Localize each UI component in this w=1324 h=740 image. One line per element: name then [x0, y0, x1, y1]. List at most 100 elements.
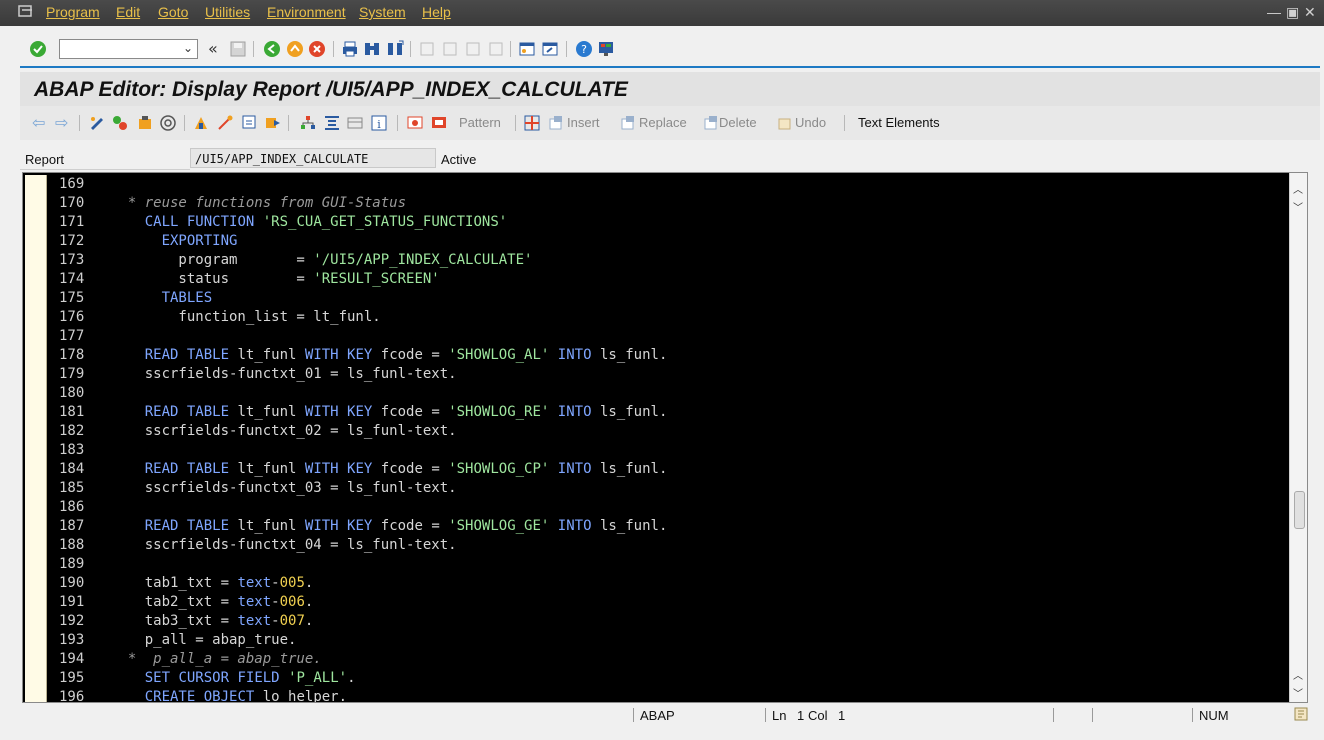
test-icon[interactable] — [216, 114, 234, 132]
other-object-icon[interactable] — [136, 114, 154, 132]
menu-utilities[interactable]: Utilities — [205, 4, 250, 20]
find-icon[interactable] — [363, 40, 381, 58]
code-text[interactable]: tab1_txt = text-005. — [111, 575, 314, 591]
arrow-left-icon[interactable]: ⇦ — [32, 113, 45, 132]
undo-button[interactable]: Undo — [795, 115, 826, 130]
delete-button[interactable]: Delete — [719, 115, 757, 130]
menu-help[interactable]: Help — [422, 4, 451, 20]
shortcut-icon[interactable] — [541, 40, 559, 58]
maximize-icon[interactable]: ▣ — [1286, 4, 1299, 21]
info-icon[interactable]: i — [370, 114, 388, 132]
code-editor[interactable]: 169 170 * reuse functions from GUI-Status… — [22, 172, 1308, 703]
scroll-up-icon[interactable]: ︿ — [1293, 667, 1303, 682]
screen-layout-icon[interactable] — [346, 114, 364, 132]
first-page-icon — [420, 42, 434, 56]
menu-system[interactable]: System — [359, 4, 406, 20]
navigation-window-icon[interactable] — [264, 114, 282, 132]
code-text[interactable]: sscrfields-functxt_02 = ls_funl-text. — [111, 423, 457, 439]
scroll-up-icon[interactable]: ︿ — [1293, 181, 1303, 196]
pattern-button[interactable]: Pattern — [459, 115, 501, 130]
display-change-icon[interactable] — [88, 114, 106, 132]
menu-environment[interactable]: Environment — [267, 4, 346, 20]
line-number: 173 — [59, 252, 85, 268]
enter-check-icon[interactable] — [29, 40, 47, 58]
scroll-down-icon[interactable]: ﹀ — [1293, 199, 1303, 214]
save-icon[interactable] — [229, 40, 247, 58]
title-bar: ABAP Editor: Display Report /UI5/APP_IND… — [20, 72, 1320, 106]
print-icon[interactable] — [341, 40, 359, 58]
menu-program[interactable]: Program — [46, 4, 100, 20]
chevron-down-icon[interactable]: ⌄ — [183, 41, 193, 55]
arrow-right-icon[interactable]: ⇨ — [55, 113, 68, 132]
split-icon[interactable] — [523, 114, 541, 132]
code-text[interactable]: * p_all_a = abap_true. — [111, 651, 322, 667]
code-text[interactable]: CREATE OBJECT lo_helper. — [111, 689, 347, 702]
code-text[interactable]: program = '/UI5/APP_INDEX_CALCULATE' — [111, 252, 532, 268]
code-text[interactable]: function_list = lt_funl. — [111, 309, 380, 325]
code-text[interactable]: sscrfields-functxt_04 = ls_funl-text. — [111, 537, 457, 553]
find-next-icon[interactable] — [386, 40, 404, 58]
status-language: ABAP — [640, 708, 675, 723]
back-icon[interactable] — [263, 40, 281, 58]
command-field[interactable]: ⌄ — [59, 39, 198, 59]
code-text[interactable]: sscrfields-functxt_01 = ls_funl-text. — [111, 366, 457, 382]
last-page-icon — [489, 42, 503, 56]
line-number: 193 — [59, 632, 85, 648]
insert-button[interactable]: Insert — [567, 115, 600, 130]
active-inactive-icon[interactable] — [111, 114, 129, 132]
toolbar-separator — [844, 115, 845, 131]
status-popup-icon[interactable] — [1294, 707, 1308, 721]
toolbar-divider — [20, 66, 1320, 68]
customize-layout-icon[interactable] — [597, 40, 615, 58]
scrollbar-thumb[interactable] — [1294, 491, 1305, 529]
menu-goto[interactable]: Goto — [158, 4, 188, 20]
activate-icon[interactable] — [192, 114, 210, 132]
where-used-icon[interactable] — [241, 114, 259, 132]
line-number: 174 — [59, 271, 85, 287]
status-ln-value: 1 — [797, 708, 805, 723]
code-text[interactable]: tab2_txt = text-006. — [111, 594, 314, 610]
code-text[interactable]: READ TABLE lt_funl WITH KEY fcode = 'SHO… — [111, 461, 668, 477]
text-elements-button[interactable]: Text Elements — [858, 115, 940, 130]
code-text[interactable]: SET CURSOR FIELD 'P_ALL'. — [111, 670, 356, 686]
cancel-icon[interactable] — [308, 40, 326, 58]
svg-text:?: ? — [581, 43, 587, 56]
status-num: NUM — [1199, 708, 1229, 723]
status-separator — [633, 708, 634, 722]
toolbar-separator — [253, 41, 254, 57]
toolbar-separator — [79, 115, 80, 131]
create-session-icon[interactable] — [518, 40, 536, 58]
code-text[interactable]: EXPORTING — [111, 233, 238, 249]
code-text[interactable]: p_all = abap_true. — [111, 632, 297, 648]
double-chevron-left-icon[interactable]: « — [208, 39, 218, 58]
pretty-printer-icon[interactable] — [323, 114, 341, 132]
report-name-field[interactable]: /UI5/APP_INDEX_CALCULATE — [190, 148, 436, 168]
object-list-icon[interactable] — [299, 114, 317, 132]
replace-button[interactable]: Replace — [639, 115, 687, 130]
status-col-value: 1 — [838, 708, 846, 723]
set-breakpoint-icon[interactable] — [406, 114, 424, 132]
code-text[interactable]: status = 'RESULT_SCREEN' — [111, 271, 439, 287]
help-icon[interactable]: ? — [575, 40, 593, 58]
code-text[interactable]: READ TABLE lt_funl WITH KEY fcode = 'SHO… — [111, 347, 668, 363]
code-text[interactable]: tab3_txt = text-007. — [111, 613, 314, 629]
line-number: 194 — [59, 651, 85, 667]
code-text[interactable]: sscrfields-functxt_03 = ls_funl-text. — [111, 480, 457, 496]
close-icon[interactable]: ✕ — [1304, 4, 1316, 21]
code-text[interactable]: * reuse functions from GUI-Status — [111, 195, 406, 211]
exit-icon[interactable] — [286, 40, 304, 58]
code-text[interactable]: READ TABLE lt_funl WITH KEY fcode = 'SHO… — [111, 404, 668, 420]
minimize-icon[interactable]: — — [1267, 4, 1281, 20]
scroll-down-icon[interactable]: ﹀ — [1293, 685, 1303, 700]
menu-edit[interactable]: Edit — [116, 4, 140, 20]
code-text[interactable]: TABLES — [111, 290, 213, 306]
code-area[interactable]: 169 170 * reuse functions from GUI-Status… — [23, 173, 1289, 702]
system-menu-icon[interactable] — [18, 5, 34, 19]
external-breakpoint-icon[interactable] — [430, 114, 448, 132]
vertical-scrollbar[interactable]: ︿ ﹀ ︿ ﹀ — [1289, 173, 1307, 702]
line-number: 176 — [59, 309, 85, 325]
line-number: 186 — [59, 499, 85, 515]
check-syntax-icon[interactable] — [159, 114, 177, 132]
code-text[interactable]: CALL FUNCTION 'RS_CUA_GET_STATUS_FUNCTIO… — [111, 214, 507, 230]
code-text[interactable]: READ TABLE lt_funl WITH KEY fcode = 'SHO… — [111, 518, 668, 534]
